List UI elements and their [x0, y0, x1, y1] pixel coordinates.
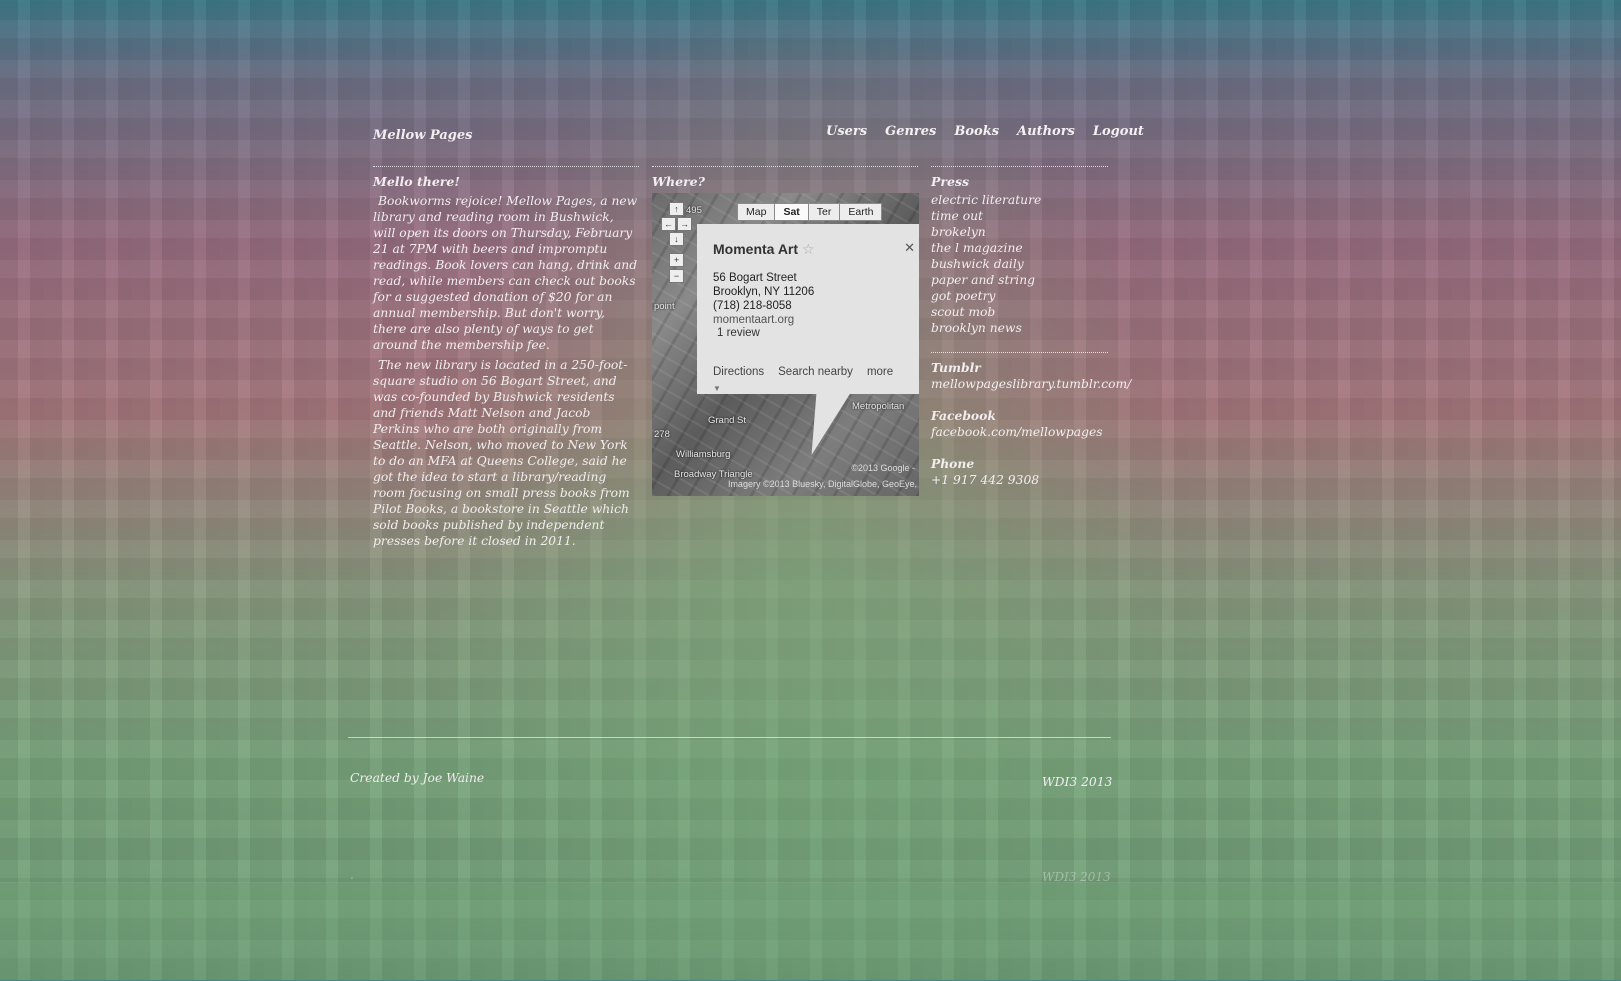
about-paragraph-1: Bookworms rejoice! Mellow Pages, a new l…	[373, 194, 638, 352]
map-label-metropolitan: Metropolitan	[852, 401, 905, 412]
nav-logout[interactable]: Logout	[1093, 124, 1144, 139]
place-phone: (718) 218-8058	[713, 300, 792, 312]
close-icon[interactable]: ✕	[904, 240, 915, 256]
chevron-down-icon[interactable]: ▼	[713, 384, 721, 393]
directions-link[interactable]: Directions	[713, 366, 764, 378]
map-label-495: 495	[686, 205, 702, 216]
map-label-point: point	[654, 301, 675, 312]
press-heading: Press	[931, 174, 970, 189]
place-reviews[interactable]: 1 review	[717, 327, 760, 339]
map-imagery-credit: Imagery ©2013 Bluesky, DigitalGlobe, Geo…	[727, 479, 917, 489]
map-widget[interactable]: ↑ ← → ↓ + − Map Sat Ter Earth point Gran…	[652, 193, 919, 496]
place-name[interactable]: Momenta Art ☆	[713, 241, 815, 258]
phone-number: +1 917 442 9308	[931, 473, 1040, 487]
star-icon[interactable]: ☆	[802, 241, 815, 257]
map-info-window: Momenta Art ☆ ✕ 56 Bogart Street Brookly…	[697, 224, 919, 394]
tumblr-link[interactable]: mellowpageslibrary.tumblr.com/	[931, 377, 1131, 391]
nav-users[interactable]: Users	[826, 124, 867, 139]
map-type-ter[interactable]: Ter	[807, 203, 841, 221]
zoom-in-icon[interactable]: +	[669, 253, 684, 267]
facebook-link[interactable]: facebook.com/mellowpages	[931, 425, 1103, 439]
info-window-actions: Directions Search nearby more	[713, 366, 893, 378]
divider-press	[931, 166, 1108, 167]
place-address: 56 Bogart Street Brooklyn, NY 11206 (718…	[713, 271, 814, 327]
press-list: electric literature time out brokelyn th…	[931, 192, 1041, 336]
press-link-brooklyn-news[interactable]: brooklyn news	[931, 320, 1041, 336]
about-text: Bookworms rejoice! Mellow Pages, a new l…	[373, 193, 639, 553]
pan-left-icon[interactable]: ←	[661, 217, 676, 231]
zoom-out-icon[interactable]: −	[669, 269, 684, 283]
map-label-grand-st: Grand St	[708, 415, 747, 426]
press-link-scout-mob[interactable]: scout mob	[931, 304, 1041, 320]
site-title[interactable]: Mellow Pages	[373, 128, 472, 143]
footer-divider	[348, 737, 1111, 738]
pan-down-icon[interactable]: ↓	[669, 232, 684, 246]
ghost-footer-left: .	[350, 868, 354, 882]
press-link-got-poetry[interactable]: got poetry	[931, 288, 1041, 304]
more-link[interactable]: more	[867, 366, 893, 378]
where-heading: Where?	[652, 174, 705, 189]
map-type-map[interactable]: Map	[737, 203, 776, 221]
footer-credit: Created by Joe Waine	[350, 771, 485, 785]
phone-block: Phone +1 917 442 9308	[931, 456, 1039, 488]
top-nav: Users Genres Books Authors Logout	[826, 124, 1144, 139]
about-paragraph-2: The new library is located in a 250-foot…	[373, 358, 630, 548]
divider-where	[652, 166, 918, 167]
ghost-footer-right: WDI3 2013	[1042, 870, 1111, 884]
press-link-bushwick-daily[interactable]: bushwick daily	[931, 256, 1041, 272]
nav-genres[interactable]: Genres	[885, 124, 936, 139]
address-line-2: Brooklyn, NY 11206	[713, 286, 815, 298]
place-website[interactable]: momentaart.org	[713, 313, 814, 327]
search-nearby-link[interactable]: Search nearby	[778, 366, 853, 378]
press-link-paper-and-string[interactable]: paper and string	[931, 272, 1041, 288]
tumblr-block: Tumblr mellowpageslibrary.tumblr.com/	[931, 360, 1131, 392]
tumblr-heading: Tumblr	[931, 360, 981, 375]
press-link-time-out[interactable]: time out	[931, 208, 1041, 224]
facebook-block: Facebook facebook.com/mellowpages	[931, 408, 1103, 440]
divider-about	[373, 166, 639, 167]
facebook-heading: Facebook	[931, 408, 996, 423]
map-type-earth[interactable]: Earth	[839, 203, 883, 221]
address-line-1: 56 Bogart Street	[713, 272, 797, 284]
background-lower-band	[0, 882, 1621, 981]
map-type-sat[interactable]: Sat	[774, 203, 809, 221]
press-link-electric-literature[interactable]: electric literature	[931, 192, 1041, 208]
nav-authors[interactable]: Authors	[1017, 124, 1075, 139]
press-link-brokelyn[interactable]: brokelyn	[931, 224, 1041, 240]
map-type-switcher: Map Sat Ter Earth	[737, 203, 883, 221]
about-heading: Mello there!	[373, 174, 460, 189]
info-window-tail	[787, 393, 851, 455]
map-copyright: ©2013 Google -	[851, 463, 915, 473]
press-link-the-l-magazine[interactable]: the l magazine	[931, 240, 1041, 256]
map-label-278: 278	[654, 429, 670, 440]
pan-up-icon[interactable]: ↑	[669, 202, 684, 216]
divider-contact	[931, 352, 1108, 353]
pan-right-icon[interactable]: →	[677, 217, 692, 231]
nav-books[interactable]: Books	[954, 124, 999, 139]
phone-heading: Phone	[931, 456, 975, 471]
footer-course: WDI3 2013	[1042, 775, 1113, 789]
map-label-williamsburg: Williamsburg	[676, 449, 731, 460]
